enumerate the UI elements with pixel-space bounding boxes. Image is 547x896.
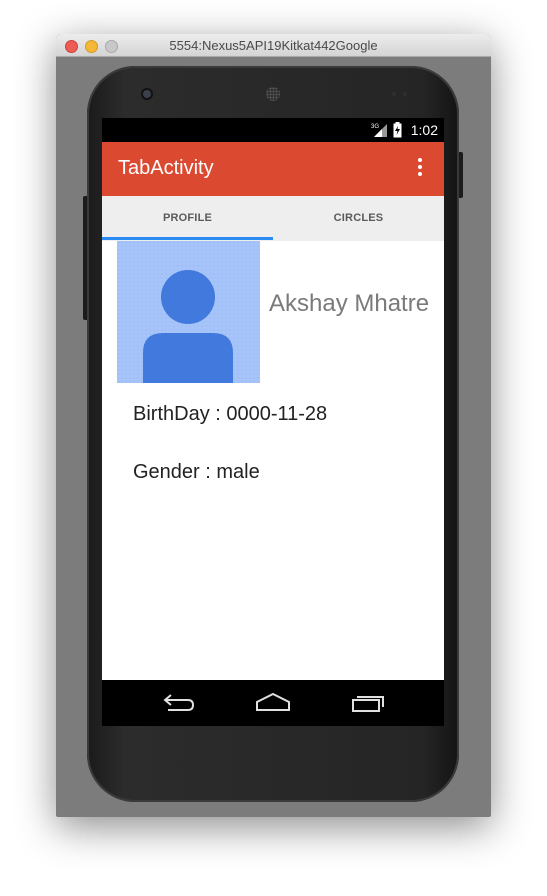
tab-circles[interactable]: CIRCLES [273,196,444,241]
power-button [459,152,463,198]
tab-bar: PROFILE CIRCLES [102,196,444,241]
window-title: 5554:Nexus5API19Kitkat442Google [169,38,378,53]
light-sensor [403,92,407,96]
front-camera [143,90,151,98]
gender-text: Gender : male [133,461,260,483]
signal-3g-icon: 3G [371,124,387,137]
profile-name: Akshay Mhatre [269,290,430,317]
recent-apps-icon[interactable] [348,690,388,716]
app-title: TabActivity [118,157,214,179]
default-avatar-icon [117,241,260,383]
status-bar: 3G 1:02 [102,118,444,142]
navigation-bar [102,680,444,726]
app-toolbar: TabActivity [102,142,444,196]
page: 5554:Nexus5API19Kitkat442Google 3G 1:02 … [0,0,547,896]
device-screen: 3G 1:02 TabActivity PROFILE CIRCLES Aksh… [102,118,444,726]
network-type-label: 3G [371,124,379,130]
back-icon[interactable] [158,690,198,716]
proximity-sensor [392,92,396,96]
birthday-text: BirthDay : 0000-11-28 [133,403,328,425]
tab-selected-indicator [102,237,273,240]
status-time: 1:02 [410,122,438,138]
profile-content: Akshay Mhatre BirthDay : 0000-11-28 Gend… [102,241,444,680]
window-titlebar[interactable]: 5554:Nexus5API19Kitkat442Google [56,34,491,57]
overflow-menu-icon[interactable] [414,158,426,180]
battery-charging-icon [393,122,402,138]
earpiece-speaker [266,87,280,101]
tab-profile[interactable]: PROFILE [102,196,273,241]
home-icon[interactable] [253,690,293,716]
